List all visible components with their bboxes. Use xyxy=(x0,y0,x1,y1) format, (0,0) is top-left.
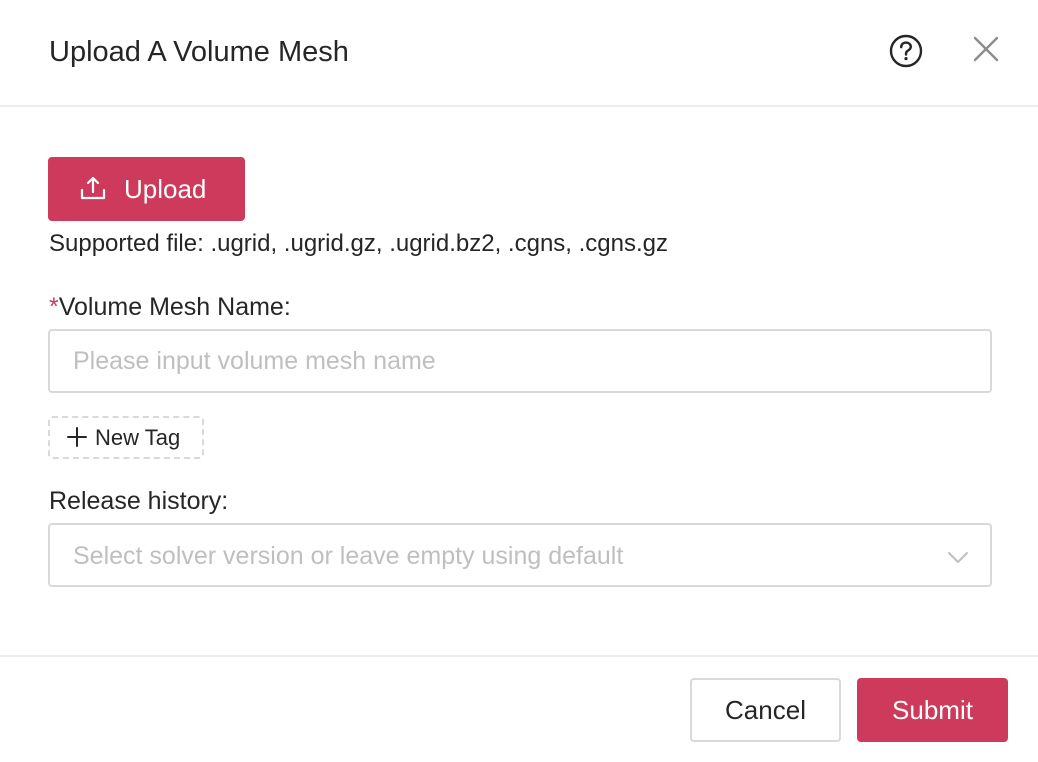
dialog-title: Upload A Volume Mesh xyxy=(49,36,349,68)
upload-button-label: Upload xyxy=(124,174,207,204)
volume-mesh-name-label-text: Volume Mesh Name: xyxy=(58,293,291,321)
new-tag-button[interactable]: New Tag xyxy=(48,416,204,459)
volume-mesh-name-label: *Volume Mesh Name: xyxy=(49,290,291,324)
plus-icon xyxy=(67,427,87,447)
release-history-select[interactable]: Select solver version or leave empty usi… xyxy=(48,523,992,587)
cancel-button[interactable]: Cancel xyxy=(690,678,841,742)
close-button[interactable] xyxy=(970,33,1002,65)
new-tag-label: New Tag xyxy=(95,425,181,450)
close-icon xyxy=(973,36,999,62)
submit-button[interactable]: Submit xyxy=(857,678,1008,742)
upload-volume-mesh-dialog: Upload A Volume Mesh Upload Supported fi… xyxy=(0,0,1038,762)
chevron-down-icon xyxy=(948,552,968,563)
dialog-header: Upload A Volume Mesh xyxy=(0,0,1038,107)
supported-files-text: Supported file: .ugrid, .ugrid.gz, .ugri… xyxy=(49,230,669,257)
upload-icon xyxy=(80,176,106,200)
upload-button[interactable]: Upload xyxy=(48,157,245,221)
volume-mesh-name-input[interactable] xyxy=(48,329,992,393)
question-circle-icon xyxy=(889,34,923,68)
dialog-footer: Cancel Submit xyxy=(0,655,1038,762)
release-history-placeholder: Select solver version or leave empty usi… xyxy=(73,542,624,570)
release-history-label: Release history: xyxy=(49,487,229,515)
help-button[interactable] xyxy=(888,33,924,69)
required-marker: * xyxy=(49,293,59,321)
dialog-body: Upload Supported file: .ugrid, .ugrid.gz… xyxy=(0,107,1038,655)
